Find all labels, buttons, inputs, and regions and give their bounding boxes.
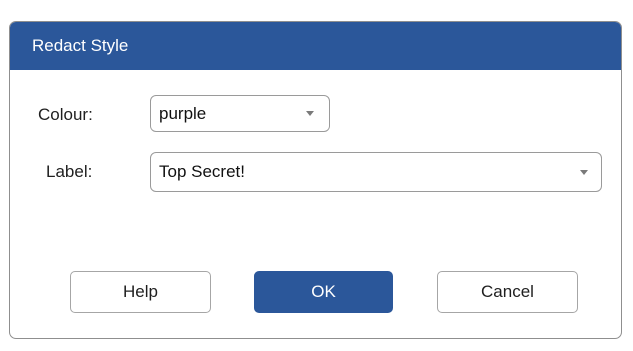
cancel-button[interactable]: Cancel	[437, 271, 578, 313]
redact-style-dialog: Redact Style Colour: purple Label: Top S…	[9, 21, 622, 339]
colour-dropdown-value: purple	[159, 103, 207, 123]
chevron-down-icon	[303, 96, 317, 131]
label-dropdown[interactable]: Top Secret!	[150, 152, 602, 192]
chevron-down-icon	[577, 153, 591, 191]
label-field-label: Label:	[46, 162, 93, 181]
colour-dropdown[interactable]: purple	[150, 95, 330, 132]
colour-label: Colour:	[38, 105, 93, 124]
dialog-title: Redact Style	[10, 22, 621, 70]
label-dropdown-value: Top Secret!	[159, 162, 245, 181]
ok-button[interactable]: OK	[254, 271, 393, 313]
help-button[interactable]: Help	[70, 271, 211, 313]
